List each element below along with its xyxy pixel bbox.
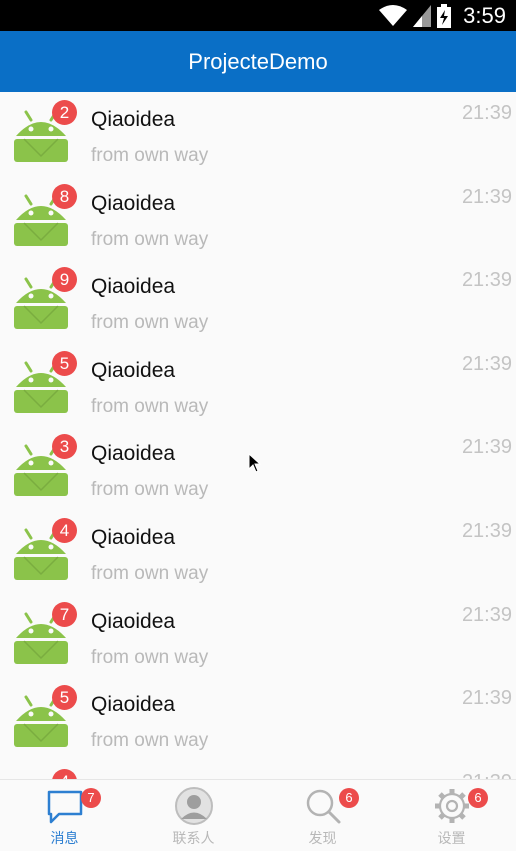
conversation-time: 21:39 <box>461 102 512 124</box>
unread-badge: 4 <box>52 768 77 779</box>
unread-badge: 4 <box>52 517 77 543</box>
conversation-list[interactable]: 2 Qiaoidea from own way 21:39 8 Qiaoidea from … <box>0 92 516 779</box>
conversation-row[interactable]: 5 Qiaoidea from own way 21:39 <box>0 677 516 761</box>
conversation-subtitle: from own way <box>91 228 209 250</box>
tab-settings[interactable]: 设置 6 <box>387 780 516 851</box>
conversation-row[interactable]: 7 Qiaoidea from own way 21:39 <box>0 594 516 678</box>
conversation-title: Qiaoidea <box>91 191 176 215</box>
search-icon <box>303 786 343 826</box>
unread-badge: 2 <box>52 100 77 125</box>
conversation-title: Qiaoidea <box>91 693 176 717</box>
tab-badge: 7 <box>81 788 101 808</box>
tab-discover[interactable]: 发现 6 <box>258 780 387 851</box>
tab-label: 消息 <box>50 830 79 846</box>
tab-badge: 6 <box>468 788 488 808</box>
unread-badge: 3 <box>52 434 77 460</box>
conversation-subtitle: from own way <box>91 730 209 752</box>
gear-icon <box>432 786 472 826</box>
conversation-row[interactable]: 4 Qiaoidea from own way 21:39 <box>0 510 516 594</box>
conversation-subtitle: from own way <box>91 646 209 668</box>
conversation-row[interactable]: 8 Qiaoidea from own way 21:39 <box>0 176 516 260</box>
conversation-title: Qiaoidea <box>91 442 176 466</box>
app-title: ProjecteDemo <box>188 48 328 74</box>
conversation-time: 21:39 <box>461 269 512 292</box>
tab-contacts[interactable]: 联系人 <box>129 780 258 851</box>
chat-bubble-icon <box>45 786 85 826</box>
unread-badge: 7 <box>52 601 77 627</box>
tab-badge: 6 <box>339 788 359 808</box>
conversation-subtitle: from own way <box>91 395 209 417</box>
conversation-title: Qiaoidea <box>91 108 176 131</box>
conversation-subtitle: from own way <box>91 312 209 334</box>
unread-badge: 8 <box>52 183 77 209</box>
mouse-cursor-icon <box>248 453 262 473</box>
conversation-row[interactable]: 4Qiaoideafrom own way21:39 <box>0 761 516 779</box>
bottom-tab-bar: 消息 7 联系人 发现 6 设置 6 <box>0 779 516 851</box>
unread-badge: 5 <box>52 685 77 711</box>
contact-avatar-icon <box>174 786 214 826</box>
signal-icon <box>413 4 432 27</box>
battery-charging-icon <box>437 3 452 28</box>
conversation-time: 21:39 <box>461 185 512 208</box>
conversation-time: 21:39 <box>461 687 512 710</box>
unread-badge: 9 <box>52 267 77 293</box>
conversation-time: 21:39 <box>461 519 512 542</box>
tab-label: 发现 <box>308 830 337 846</box>
tab-messages[interactable]: 消息 7 <box>0 780 129 851</box>
conversation-time: 21:39 <box>461 436 512 459</box>
wifi-icon <box>379 4 408 26</box>
conversation-time: 21:39 <box>461 603 512 626</box>
conversation-title: Qiaoidea <box>91 609 176 633</box>
conversation-time: 21:39 <box>461 352 512 375</box>
conversation-subtitle: from own way <box>91 479 209 501</box>
conversation-title: Qiaoidea <box>91 358 176 382</box>
conversation-subtitle: from own way <box>91 562 209 584</box>
status-time: 3:59 <box>463 2 506 28</box>
conversation-row[interactable]: 9 Qiaoidea from own way 21:39 <box>0 259 516 343</box>
conversation-title: Qiaoidea <box>91 525 176 549</box>
status-bar: 3:59 <box>0 0 516 31</box>
tab-label: 设置 <box>437 830 466 846</box>
conversation-subtitle: from own way <box>91 145 209 166</box>
conversation-title: Qiaoidea <box>91 275 176 299</box>
app-bar: ProjecteDemo <box>0 31 516 92</box>
conversation-row[interactable]: 2 Qiaoidea from own way 21:39 <box>0 92 516 176</box>
conversation-time: 21:39 <box>462 771 512 779</box>
unread-badge: 5 <box>52 350 77 376</box>
tab-label: 联系人 <box>172 830 215 846</box>
status-icons: 3:59 <box>379 0 506 31</box>
conversation-row[interactable]: 5 Qiaoidea from own way 21:39 <box>0 343 516 427</box>
